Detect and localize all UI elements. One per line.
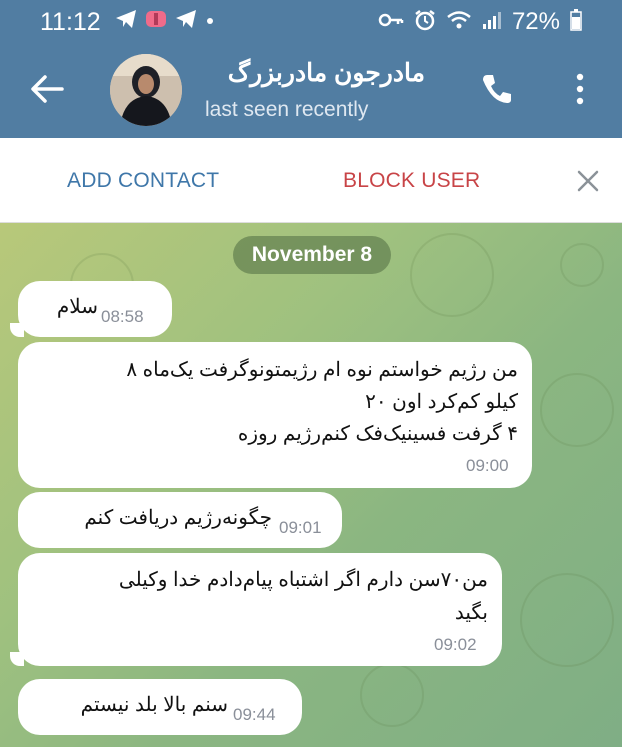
add-contact-button[interactable]: ADD CONTACT	[67, 169, 219, 193]
message-time: 09:01	[279, 518, 322, 537]
message-bubble[interactable]: سلام 08:58	[18, 281, 172, 337]
key-icon	[378, 10, 404, 35]
contact-status: last seen recently	[205, 98, 369, 121]
message-text-line: بگید	[454, 602, 488, 624]
wallpaper-doodle	[410, 233, 494, 317]
message-bubble[interactable]: چگونه‌رژیم دریافت کنم 09:01	[18, 492, 342, 548]
wallpaper-doodle	[560, 243, 604, 287]
alarm-icon	[414, 9, 436, 36]
contact-action-bar: ADD CONTACT BLOCK USER	[0, 138, 622, 223]
telegram-icon	[175, 9, 197, 34]
wifi-icon	[446, 10, 472, 35]
bubble-tail	[10, 323, 24, 337]
message-text: سلام	[56, 296, 98, 318]
battery-icon	[570, 8, 582, 36]
message-time: 09:02	[434, 635, 477, 654]
message-text-line: من۷۰سن دارم اگر اشتباه پیام‌دادم خدا وکی…	[118, 569, 488, 591]
message-bubble[interactable]: من۷۰سن دارم اگر اشتباه پیام‌دادم خدا وکی…	[18, 553, 502, 666]
date-separator: November 8	[233, 236, 391, 274]
phone-icon[interactable]	[480, 72, 514, 111]
more-vertical-icon[interactable]	[574, 72, 586, 111]
battery-percent: 72%	[511, 8, 560, 35]
bubble-tail	[10, 652, 24, 666]
message-bubble[interactable]: سنم بالا بلد نیستم 09:44	[18, 679, 302, 735]
avatar[interactable]	[110, 54, 182, 126]
message-text: چگونه‌رژیم دریافت کنم	[84, 507, 272, 529]
chat-area[interactable]: November 8 سلام 08:58 من رژیم خواستم نوه…	[0, 223, 622, 747]
message-bubble[interactable]: من رژیم خواستم نوه ام رژیمتونوگرفت یک‌ما…	[18, 342, 532, 488]
wallpaper-doodle	[520, 573, 614, 667]
message-time: 08:58	[101, 307, 144, 326]
back-arrow-icon[interactable]	[30, 74, 64, 109]
message-time: 09:44	[233, 705, 276, 724]
chat-header: مادرجون مادربزرگ last seen recently	[0, 40, 622, 138]
message-time: 09:00	[466, 456, 509, 475]
message-text-line: کیلو کم‌کرد اون ۲۰	[365, 391, 518, 413]
message-text-line: من رژیم خواستم نوه ام رژیمتونوگرفت یک‌ما…	[126, 359, 518, 381]
block-user-button[interactable]: BLOCK USER	[343, 169, 480, 193]
wallpaper-doodle	[360, 663, 424, 727]
message-text-line: ۴ گرفت فسینیک‌فک کنم‌رژیم روزه	[237, 423, 518, 445]
dot-icon	[205, 13, 215, 31]
close-icon[interactable]	[576, 169, 600, 198]
status-time: 11:12	[40, 8, 101, 36]
signal-icon	[482, 10, 502, 35]
contact-name: مادرجون مادربزرگ	[227, 59, 425, 87]
telegram-icon	[115, 9, 137, 34]
message-text: سنم بالا بلد نیستم	[80, 694, 228, 716]
status-bar: 11:12 72%	[0, 0, 622, 40]
app-icon	[145, 9, 167, 34]
wallpaper-doodle	[540, 373, 614, 447]
